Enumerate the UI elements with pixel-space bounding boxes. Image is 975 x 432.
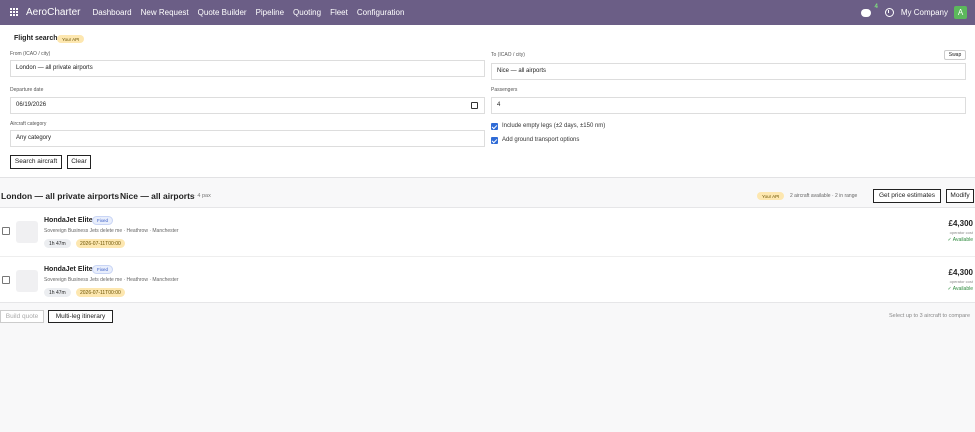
to-input[interactable]: Nice — all airports <box>491 63 966 80</box>
menu-item-pipeline[interactable]: Pipeline <box>256 8 284 17</box>
results-api-badge: Your API <box>757 192 785 200</box>
duration-pill: 1h 47m <box>44 239 71 248</box>
aircraft-name: HondaJet Elite <box>44 217 93 224</box>
compare-checkbox[interactable] <box>2 227 10 235</box>
main-menu: Dashboard New Request Quote Builder Pipe… <box>92 8 413 17</box>
aircraft-thumbnail <box>16 270 38 292</box>
ground-transport-label: Add ground transport options <box>502 137 580 143</box>
price-note: operator cost <box>949 279 973 284</box>
results-summary: 2 aircraft available · 2 in range <box>790 193 858 199</box>
category-select[interactable]: Any category <box>10 130 485 147</box>
list-item[interactable]: HondaJet Elite Fixed Sovereign Business … <box>0 256 975 303</box>
clock-icon[interactable] <box>884 8 894 17</box>
from-input[interactable]: London — all private airports <box>10 60 485 77</box>
clear-button[interactable]: Clear <box>67 155 91 169</box>
empty-legs-label: Include empty legs (±2 days, ±150 nm) <box>502 123 606 129</box>
panel-title: Flight search <box>14 35 58 42</box>
api-badge: Your API <box>57 35 85 43</box>
chat-icon[interactable]: 4 <box>860 4 878 17</box>
menu-item-quoting[interactable]: Quoting <box>293 8 321 17</box>
menu-item-dashboard[interactable]: Dashboard <box>92 8 131 17</box>
aircraft-thumbnail <box>16 221 38 243</box>
list-item[interactable]: HondaJet Elite Fixed Sovereign Business … <box>0 208 975 255</box>
modify-button[interactable]: Modify <box>946 189 974 203</box>
results-list: HondaJet Elite Fixed Sovereign Business … <box>0 207 975 303</box>
price: £4,300 <box>948 268 973 277</box>
availability-status: ✓ Available <box>947 237 973 243</box>
date-pill: 2026-07-11T00:00 <box>76 239 125 248</box>
from-label: From (ICAO / city) <box>10 51 51 57</box>
swap-button[interactable]: Swap <box>944 50 966 60</box>
compare-checkbox[interactable] <box>2 276 10 284</box>
date-label: Departure date <box>10 87 44 93</box>
empty-legs-checkbox[interactable] <box>491 123 498 130</box>
operator-info: Sovereign Business Jets delete me · Heat… <box>44 277 179 283</box>
aircraft-name: HondaJet Elite <box>44 266 93 273</box>
menu-item-quote-builder[interactable]: Quote Builder <box>198 8 247 17</box>
price-note: operator cost <box>949 230 973 235</box>
build-quote-button[interactable]: Build quote <box>0 310 44 323</box>
calendar-icon[interactable] <box>471 102 478 109</box>
route-to-title: Nice — all airports <box>120 191 195 201</box>
app-grid-icon[interactable] <box>10 8 19 17</box>
navbar-right: 4 My Company A <box>860 0 975 25</box>
top-navbar: AeroCharter Dashboard New Request Quote … <box>0 0 975 25</box>
passengers-label: Passengers <box>491 87 518 93</box>
date-pill: 2026-07-11T00:00 <box>76 288 125 297</box>
pax-count: · 4 pax <box>194 193 211 199</box>
get-price-estimates-button[interactable]: Get price estimates <box>873 189 941 203</box>
pricing-badge: Fixed <box>92 216 114 225</box>
company-switcher[interactable]: My Company <box>901 8 948 17</box>
menu-item-fleet[interactable]: Fleet <box>330 8 348 17</box>
date-input[interactable]: 06/19/2026 <box>10 97 485 114</box>
operator-info: Sovereign Business Jets delete me · Heat… <box>44 228 179 234</box>
flight-search-panel: Flight search Your API From (ICAO / city… <box>0 25 975 178</box>
category-label: Aircraft category <box>10 121 47 127</box>
multi-leg-itinerary-button[interactable]: Multi-leg itinerary <box>48 310 113 323</box>
route-from-title: London — all private airports <box>1 191 120 201</box>
avatar[interactable]: A <box>954 6 967 19</box>
price: £4,300 <box>948 219 973 228</box>
ground-transport-checkbox[interactable] <box>491 137 498 144</box>
menu-item-new-request[interactable]: New Request <box>141 8 189 17</box>
chat-count-badge: 4 <box>874 3 878 10</box>
to-label: To (ICAO / city) <box>491 52 525 58</box>
availability-status: ✓ Available <box>947 286 973 292</box>
passengers-input[interactable]: 4 <box>491 97 966 114</box>
duration-pill: 1h 47m <box>44 288 71 297</box>
app-brand[interactable]: AeroCharter <box>26 7 80 18</box>
compare-hint: Select up to 3 aircraft to compare <box>889 313 971 319</box>
date-value: 06/19/2026 <box>16 102 47 108</box>
pricing-badge: Fixed <box>92 265 114 274</box>
search-aircraft-button[interactable]: Search aircraft <box>10 155 62 169</box>
menu-item-configuration[interactable]: Configuration <box>357 8 405 17</box>
